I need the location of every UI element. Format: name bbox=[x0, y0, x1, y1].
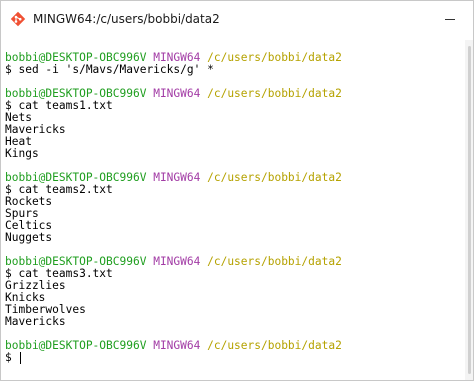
output-line: Grizzlies bbox=[5, 279, 66, 292]
scrollbar-thumb[interactable] bbox=[468, 46, 471, 374]
command-line: $ cat teams1.txt bbox=[5, 100, 465, 112]
git-bash-icon bbox=[10, 11, 26, 27]
output-line: Nets bbox=[5, 111, 32, 124]
prompt-path: /c/users/bobbi/data2 bbox=[207, 87, 342, 100]
output-line: Heat bbox=[5, 135, 32, 148]
text-cursor bbox=[20, 352, 22, 364]
output-line: Nuggets bbox=[5, 231, 53, 244]
output-line: Celtics bbox=[5, 219, 53, 232]
command-line: $ sed -i 's/Mavs/Mavericks/g' * bbox=[5, 64, 465, 76]
prompt-mode: MINGW64 bbox=[153, 339, 201, 352]
output-line: Spurs bbox=[5, 207, 39, 220]
prompt-path: /c/users/bobbi/data2 bbox=[207, 255, 342, 268]
command-text: $ sed -i 's/Mavs/Mavericks/g' * bbox=[5, 63, 214, 76]
terminal-output[interactable]: bobbi@DESKTOP-OBC996V MINGW64 /c/users/b… bbox=[1, 40, 465, 380]
vertical-scrollbar[interactable] bbox=[465, 40, 473, 380]
prompt-mode: MINGW64 bbox=[153, 171, 201, 184]
minimize-button[interactable] bbox=[427, 1, 473, 37]
output-line: Rockets bbox=[5, 195, 53, 208]
terminal-window: MINGW64:/c/users/bobbi/data2 bobbi@DESKT… bbox=[0, 0, 474, 381]
command-line: $ cat teams3.txt bbox=[5, 268, 465, 280]
output-line: Kings bbox=[5, 147, 39, 160]
prompt-user: bobbi@DESKTOP-OBC996V bbox=[5, 339, 147, 352]
title-bar[interactable]: MINGW64:/c/users/bobbi/data2 bbox=[1, 1, 473, 37]
command-line[interactable]: $ bbox=[5, 352, 465, 364]
prompt-line: bobbi@DESKTOP-OBC996V MINGW64 /c/users/b… bbox=[5, 340, 465, 352]
prompt-mode: MINGW64 bbox=[153, 255, 201, 268]
command-text: $ bbox=[5, 351, 19, 364]
window-title: MINGW64:/c/users/bobbi/data2 bbox=[33, 12, 220, 26]
prompt-path: /c/users/bobbi/data2 bbox=[207, 339, 342, 352]
output-line: Mavericks bbox=[5, 123, 66, 136]
prompt-mode: MINGW64 bbox=[153, 87, 201, 100]
prompt-path: /c/users/bobbi/data2 bbox=[207, 51, 342, 64]
output-line: Mavericks bbox=[5, 315, 66, 328]
output-line: Timberwolves bbox=[5, 303, 86, 316]
prompt-path: /c/users/bobbi/data2 bbox=[207, 171, 342, 184]
minimize-icon bbox=[445, 18, 455, 20]
command-line: $ cat teams2.txt bbox=[5, 184, 465, 196]
